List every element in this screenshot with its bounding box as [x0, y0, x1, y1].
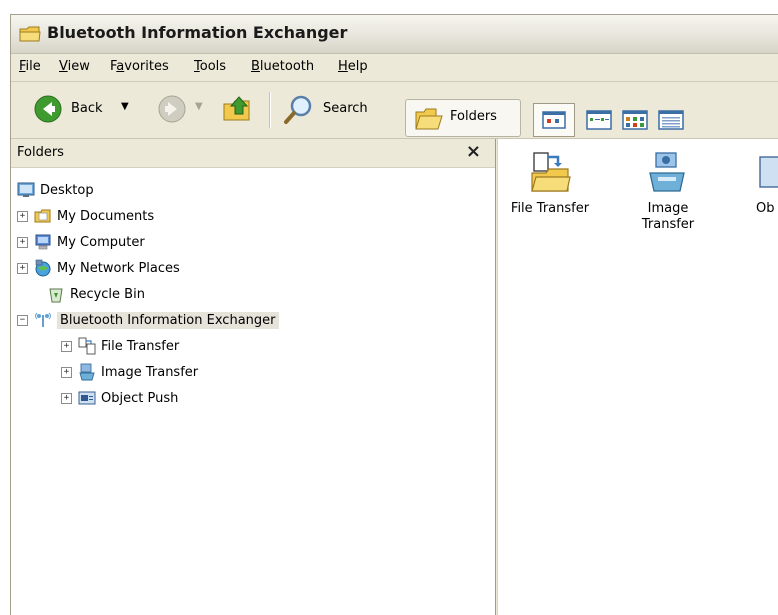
tree-item-object-push[interactable]: + Object Push — [61, 387, 178, 409]
tree-item-bluetooth-information-exchanger[interactable]: − Bluetooth Information Exchanger — [17, 309, 279, 331]
my-documents-icon — [34, 209, 51, 223]
menu-tools[interactable]: Tools — [194, 59, 226, 74]
forward-arrow-icon — [158, 95, 186, 123]
folders-pane-header: Folders × — [11, 139, 495, 168]
menu-help[interactable]: Help — [338, 59, 368, 74]
view-tiles-button[interactable] — [583, 107, 615, 133]
recycle-bin-icon — [49, 288, 63, 303]
object-push-icon — [78, 391, 96, 405]
content-item-image-transfer[interactable]: Image Transfer — [620, 151, 716, 233]
content-item-object-push[interactable]: Ob — [742, 151, 778, 217]
folders-label: Folders — [450, 109, 497, 124]
tree-item-desktop[interactable]: Desktop — [17, 179, 94, 201]
folders-icon — [415, 108, 443, 130]
menu-favorites[interactable]: Favorites — [110, 59, 169, 74]
list-view-icon — [658, 110, 684, 130]
back-label: Back — [71, 101, 103, 116]
view-list-button[interactable] — [655, 107, 687, 133]
up-folder-icon — [223, 96, 250, 121]
explorer-window: Bluetooth Information Exchanger File Vie… — [10, 14, 778, 615]
search-button[interactable]: Search — [283, 90, 393, 128]
tree-label: Bluetooth Information Exchanger — [57, 311, 279, 329]
window-title: Bluetooth Information Exchanger — [47, 23, 348, 42]
object-push-icon — [759, 156, 778, 188]
view-thumbnails-button[interactable] — [533, 103, 575, 137]
expand-icon[interactable]: + — [17, 236, 28, 248]
bluetooth-icon — [35, 312, 51, 327]
tree-label: My Network Places — [57, 260, 180, 276]
menu-bar: File View Favorites Tools Bluetooth Help — [11, 54, 778, 82]
content-item-file-transfer[interactable]: File Transfer — [502, 151, 598, 217]
tree-item-image-transfer[interactable]: + Image Transfer — [61, 361, 198, 383]
file-transfer-icon — [531, 152, 571, 192]
tree-item-file-transfer[interactable]: + File Transfer — [61, 335, 179, 357]
view-icons-button[interactable] — [619, 107, 651, 133]
folders-pane: Folders × Desktop + My Documents + My Co… — [11, 139, 496, 615]
content-item-label: Image Transfer — [641, 201, 695, 232]
folders-pane-title: Folders — [17, 145, 64, 160]
content-item-label: Ob — [756, 201, 775, 216]
tree-label: My Documents — [57, 208, 155, 224]
expand-icon[interactable]: + — [61, 366, 72, 378]
folders-button[interactable]: Folders — [405, 99, 521, 137]
tree-item-my-documents[interactable]: + My Documents — [17, 205, 154, 227]
tree-label: My Computer — [57, 234, 145, 250]
search-icon — [284, 95, 312, 124]
content-pane: File Transfer Image Transfer Ob — [497, 139, 778, 615]
menu-bluetooth[interactable]: Bluetooth — [251, 59, 314, 74]
expand-icon[interactable]: + — [61, 340, 72, 352]
forward-dropdown-icon[interactable]: ▼ — [195, 101, 203, 112]
toolbar-separator — [269, 92, 270, 128]
image-transfer-icon — [79, 363, 95, 381]
expand-icon[interactable]: + — [17, 210, 28, 222]
tree-label: File Transfer — [101, 338, 180, 354]
expand-icon[interactable]: + — [17, 262, 28, 274]
up-folder-button[interactable] — [221, 90, 255, 128]
tree-label: Object Push — [101, 390, 179, 406]
forward-button[interactable]: ▼ — [157, 90, 207, 128]
back-button[interactable]: Back ▼ — [33, 90, 141, 128]
tiles-view-icon — [586, 110, 612, 130]
collapse-icon[interactable]: − — [17, 314, 28, 326]
menu-view[interactable]: View — [59, 59, 90, 74]
file-transfer-icon — [78, 337, 96, 355]
icons-view-icon — [622, 110, 648, 130]
thumbnails-view-icon — [542, 111, 566, 129]
tree-item-recycle-bin[interactable]: Recycle Bin — [47, 283, 145, 305]
tree-label: Recycle Bin — [70, 286, 145, 302]
search-label: Search — [323, 101, 368, 116]
expand-icon[interactable]: + — [61, 392, 72, 404]
folder-icon — [19, 26, 41, 42]
tree-label: Desktop — [40, 182, 94, 198]
my-computer-icon — [35, 234, 51, 250]
network-places-icon — [35, 259, 51, 277]
tree-item-my-network-places[interactable]: + My Network Places — [17, 257, 180, 279]
close-icon[interactable]: × — [466, 142, 481, 162]
back-arrow-icon — [34, 95, 62, 123]
desktop-icon — [17, 182, 35, 197]
back-dropdown-icon[interactable]: ▼ — [121, 101, 129, 112]
title-bar[interactable]: Bluetooth Information Exchanger — [11, 15, 778, 54]
tree-label: Image Transfer — [101, 364, 199, 380]
content-item-label: File Transfer — [510, 201, 590, 216]
image-transfer-icon — [649, 152, 685, 192]
tree-item-my-computer[interactable]: + My Computer — [17, 231, 145, 253]
menu-file[interactable]: File — [19, 59, 41, 74]
